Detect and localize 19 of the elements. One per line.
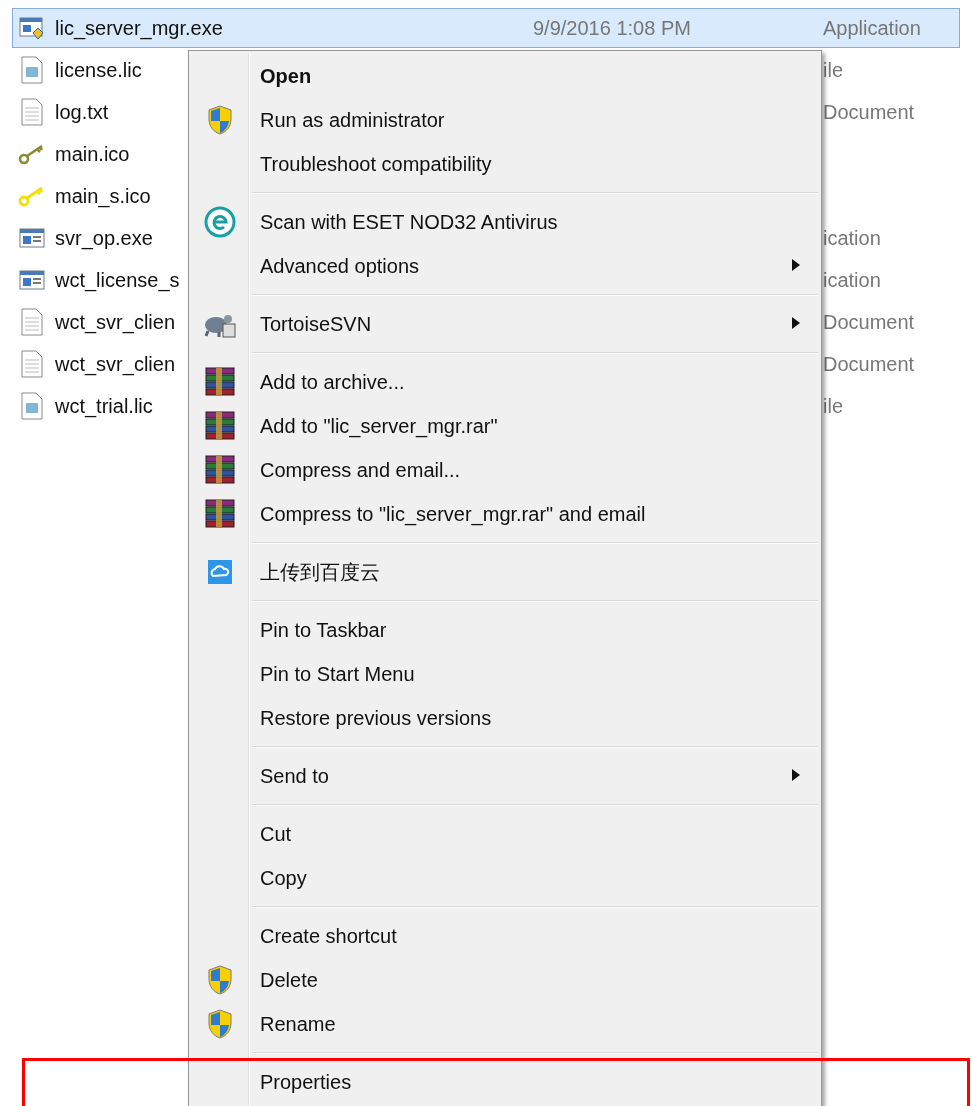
file-name: lic_server_mgr.exe (55, 16, 223, 40)
file-type: ication (823, 226, 881, 250)
file-date: 9/9/2016 1:08 PM (533, 16, 691, 40)
file-type: Application (823, 16, 921, 40)
file-type: Document (823, 310, 915, 334)
file-name: main_s.ico (55, 184, 151, 208)
file-type: ile (823, 58, 843, 82)
file-name: wct_license_s (55, 268, 180, 292)
file-name: log.txt (55, 100, 109, 124)
file-name: wct_trial.lic (55, 394, 153, 418)
file-type: ication (823, 268, 881, 292)
file-type: Document (823, 352, 915, 376)
file-type: ile (823, 394, 843, 418)
file-name: wct_svr_clien (55, 310, 176, 334)
file-type: Document (823, 100, 915, 124)
file-name: svr_op.exe (55, 226, 153, 250)
file-name: main.ico (55, 142, 130, 166)
file-name: license.lic (55, 58, 142, 82)
file-name: wct_svr_clien (55, 352, 176, 376)
